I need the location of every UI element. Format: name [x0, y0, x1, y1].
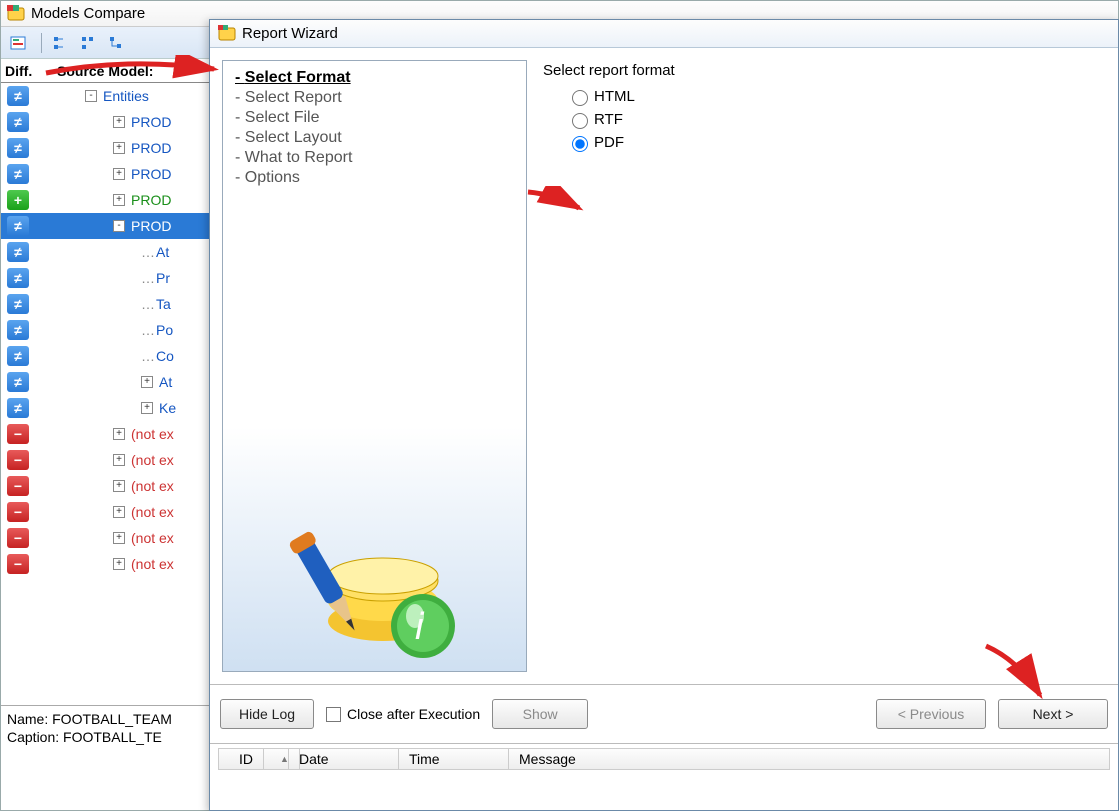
log-col-id[interactable]: ID▲: [219, 749, 289, 769]
diff-removed-icon: −: [7, 450, 29, 470]
expand-icon[interactable]: +: [113, 194, 125, 206]
format-option[interactable]: RTF: [567, 110, 1106, 129]
diff-changed-icon: ≠: [7, 320, 29, 340]
wizard-step[interactable]: Options: [235, 169, 526, 187]
diff-removed-icon: −: [7, 424, 29, 444]
tree-item-label: (not ex: [131, 530, 174, 546]
models-compare-title: Models Compare: [31, 5, 145, 22]
toolbar-tree-button-1[interactable]: [48, 32, 72, 54]
next-button[interactable]: Next >: [998, 699, 1108, 729]
expand-icon[interactable]: +: [113, 454, 125, 466]
format-radio[interactable]: [572, 90, 588, 106]
expand-icon[interactable]: +: [113, 558, 125, 570]
tree-item-label: PROD: [131, 192, 171, 208]
wizard-content: Select report format HTML RTF PDF: [541, 60, 1106, 672]
tree-item-label: PROD: [131, 218, 171, 234]
tree-item-label: (not ex: [131, 556, 174, 572]
log-col-message[interactable]: Message: [509, 749, 1109, 769]
log-header: ID▲ Date Time Message: [218, 748, 1110, 770]
format-radio[interactable]: [572, 113, 588, 129]
tree-item-label: Pr: [156, 270, 170, 286]
wizard-button-bar: Hide Log Close after Execution Show < Pr…: [210, 684, 1118, 743]
diff-changed-icon: ≠: [7, 294, 29, 314]
wizard-art-icon: i: [253, 521, 463, 661]
tree-item-label: PROD: [131, 166, 171, 182]
expand-icon[interactable]: +: [141, 376, 153, 388]
wizard-step[interactable]: Select Layout: [235, 129, 526, 147]
report-wizard-title: Report Wizard: [242, 25, 338, 42]
collapse-icon[interactable]: -: [113, 220, 125, 232]
toolbar-tree-button-3[interactable]: [104, 32, 128, 54]
diff-removed-icon: −: [7, 476, 29, 496]
report-wizard-dialog: Report Wizard Select Format Select Report…: [209, 19, 1119, 811]
wizard-step[interactable]: What to Report: [235, 149, 526, 167]
previous-button[interactable]: < Previous: [876, 699, 986, 729]
format-group-title: Select report format: [543, 62, 1106, 79]
wizard-step[interactable]: Select File: [235, 109, 526, 127]
tree-item-label: Ta: [156, 296, 171, 312]
expand-icon[interactable]: +: [113, 428, 125, 440]
expand-icon[interactable]: +: [113, 142, 125, 154]
show-button[interactable]: Show: [492, 699, 588, 729]
diff-removed-icon: −: [7, 502, 29, 522]
tree-item-label: (not ex: [131, 504, 174, 520]
expand-icon[interactable]: +: [113, 168, 125, 180]
toolbar-separator: [41, 33, 42, 53]
expand-icon[interactable]: +: [113, 480, 125, 492]
tree-item-label: Ke: [159, 400, 176, 416]
tree-item-label: (not ex: [131, 478, 174, 494]
format-label: PDF: [594, 134, 624, 151]
expand-icon[interactable]: +: [141, 402, 153, 414]
diff-changed-icon: ≠: [7, 86, 29, 106]
report-wizard-titlebar: Report Wizard: [210, 20, 1118, 48]
format-radio[interactable]: [572, 136, 588, 152]
diff-changed-icon: ≠: [7, 268, 29, 288]
diff-changed-icon: ≠: [7, 346, 29, 366]
wizard-step[interactable]: Select Format: [235, 69, 526, 87]
log-col-date[interactable]: Date: [289, 749, 399, 769]
close-after-exec-checkbox[interactable]: Close after Execution: [326, 706, 480, 722]
tree-item-label: Co: [156, 348, 174, 364]
tree-item-label: Entities: [103, 88, 149, 104]
checkbox-icon: [326, 707, 341, 722]
expand-icon[interactable]: +: [113, 116, 125, 128]
format-option[interactable]: PDF: [567, 133, 1106, 152]
format-option[interactable]: HTML: [567, 87, 1106, 106]
diff-changed-icon: ≠: [7, 164, 29, 184]
app-icon: [7, 5, 25, 23]
diff-removed-icon: −: [7, 554, 29, 574]
toolbar-tree-button-2[interactable]: [76, 32, 100, 54]
diff-changed-icon: ≠: [7, 138, 29, 158]
tree-item-label: At: [156, 244, 169, 260]
expand-icon[interactable]: +: [113, 532, 125, 544]
diff-changed-icon: ≠: [7, 398, 29, 418]
wizard-icon: [218, 25, 236, 43]
close-after-exec-label: Close after Execution: [347, 706, 480, 722]
tree-item-label: Po: [156, 322, 173, 338]
tree-item-label: (not ex: [131, 452, 174, 468]
tree-item-label: At: [159, 374, 172, 390]
toolbar-report-button[interactable]: [7, 32, 31, 54]
diff-changed-icon: ≠: [7, 216, 29, 236]
collapse-icon[interactable]: -: [85, 90, 97, 102]
format-label: HTML: [594, 88, 635, 105]
diff-removed-icon: −: [7, 528, 29, 548]
diff-added-icon: +: [7, 190, 29, 210]
tree-item-label: PROD: [131, 114, 171, 130]
wizard-nav: Select Format Select Report Select File Sel…: [222, 60, 527, 672]
tree-item-label: (not ex: [131, 426, 174, 442]
format-label: RTF: [594, 111, 623, 128]
diff-changed-icon: ≠: [7, 242, 29, 262]
diff-changed-icon: ≠: [7, 372, 29, 392]
header-diff: Diff.: [1, 63, 51, 79]
diff-changed-icon: ≠: [7, 112, 29, 132]
wizard-log-panel: ID▲ Date Time Message: [210, 743, 1118, 797]
wizard-step[interactable]: Select Report: [235, 89, 526, 107]
expand-icon[interactable]: +: [113, 506, 125, 518]
tree-item-label: PROD: [131, 140, 171, 156]
hide-log-button[interactable]: Hide Log: [220, 699, 314, 729]
log-col-time[interactable]: Time: [399, 749, 509, 769]
